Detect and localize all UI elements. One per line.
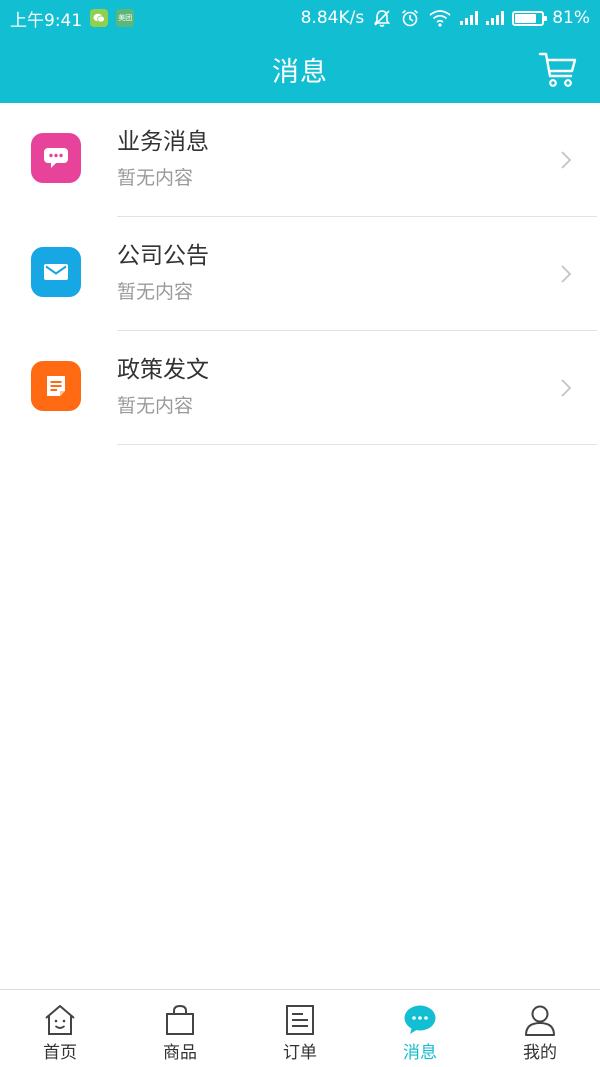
battery-percent: 81% [552,8,590,28]
tab-label: 首页 [43,1043,77,1063]
battery-fill [515,13,537,23]
user-icon [525,1005,555,1036]
page-title: 消息 [272,57,328,88]
tab-label: 商品 [163,1043,197,1063]
alarm-icon [402,9,419,27]
battery-icon [512,10,548,26]
shopping-bag-icon [166,1004,194,1035]
message-title: 政策发文 [117,357,209,383]
tab-mine[interactable]: 我的 [480,990,600,1067]
message-item-business[interactable]: 业务消息 暂无内容 [0,103,600,217]
chevron-right-icon [561,151,572,169]
message-text: 政策发文 暂无内容 [117,355,209,418]
order-list-icon [286,1005,314,1035]
tab-products[interactable]: 商品 [120,990,240,1067]
wifi-icon [429,10,451,27]
wechat-icon [90,9,109,27]
chevron-right-icon [561,379,572,397]
meituan-icon: 美团 [116,9,135,27]
message-subtitle: 暂无内容 [117,395,194,417]
message-title: 公司公告 [117,243,209,269]
home-icon [45,1005,75,1035]
signal-icon-2 [486,11,505,25]
header: 消息 [0,36,600,103]
message-list: 业务消息 暂无内容 公司公告 暂无内容 政策发文 暂无内容 [0,103,600,445]
message-subtitle: 暂无内容 [117,281,194,303]
status-left: 上午9:41 美团 [10,6,135,31]
chevron-right-icon [561,265,572,283]
tab-orders[interactable]: 订单 [240,990,360,1067]
message-title: 业务消息 [117,129,209,155]
network-speed: 8.84K/s [300,8,365,28]
message-item-announcement[interactable]: 公司公告 暂无内容 [0,217,600,331]
cart-icon[interactable] [538,49,578,89]
tab-messages[interactable]: 消息 [360,990,480,1067]
tab-label: 消息 [403,1043,437,1063]
status-bar: 上午9:41 美团 8.84K/s 81% [0,0,600,36]
tab-label: 订单 [283,1043,317,1063]
tab-label: 我的 [523,1043,557,1063]
message-icon [404,1005,436,1034]
document-icon [31,361,81,411]
chat-bubble-icon [31,133,81,183]
bottom-tab-bar: 首页 商品 订单 消息 我的 [0,989,600,1067]
tab-home[interactable]: 首页 [0,990,120,1067]
status-time: 上午9:41 [10,10,83,31]
divider [117,444,597,445]
message-subtitle: 暂无内容 [117,167,194,189]
message-text: 业务消息 暂无内容 [117,127,209,190]
message-text: 公司公告 暂无内容 [117,241,209,304]
notifications-off-icon [374,10,391,27]
envelope-icon [31,247,81,297]
message-item-policy[interactable]: 政策发文 暂无内容 [0,331,600,445]
signal-icon [460,11,479,25]
status-right: 8.84K/s 81% [301,8,590,28]
